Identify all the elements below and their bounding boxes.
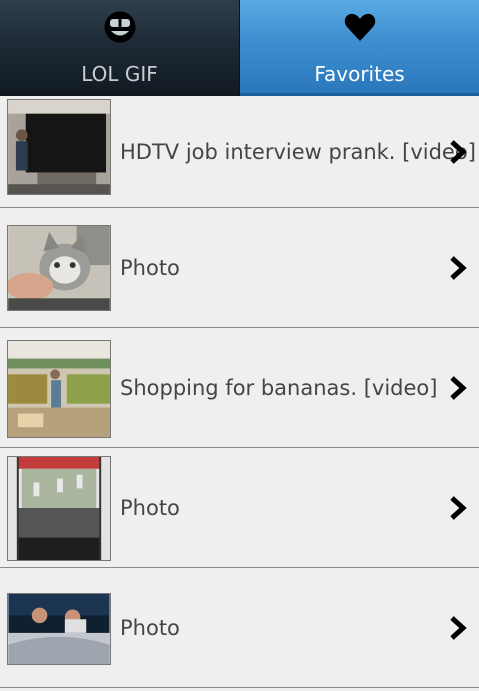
list-item[interactable]: Photo: [0, 568, 479, 688]
couple-in-bed-thumbnail: [7, 593, 111, 665]
list-item[interactable]: Photo: [0, 208, 479, 328]
item-title: HDTV job interview prank. [video]: [120, 139, 476, 164]
chevron-right-icon: [450, 375, 467, 400]
race-track-thumbnail: [7, 456, 111, 561]
list-item[interactable]: Shopping for bananas. [video]: [0, 328, 479, 448]
heart-icon: [344, 13, 375, 42]
tab-label: Favorites: [314, 62, 405, 86]
chevron-right-icon: [450, 139, 467, 164]
item-title: Photo: [120, 495, 180, 520]
tab-favorites[interactable]: Favorites: [240, 0, 479, 96]
chevron-right-icon: [450, 255, 467, 280]
office-tv-thumbnail: [7, 99, 111, 195]
tab-bar: LOL GIF Favorites: [0, 0, 479, 96]
tab-label: LOL GIF: [81, 62, 158, 86]
kitten-thumbnail: [7, 225, 111, 311]
item-title: Photo: [120, 615, 180, 640]
list-item[interactable]: HDTV job interview prank. [video]: [0, 96, 479, 208]
item-title: Photo: [120, 255, 180, 280]
grocery-store-thumbnail: [7, 340, 111, 438]
list-item[interactable]: Photo: [0, 448, 479, 568]
favorites-list: HDTV job interview prank. [video] Photo: [0, 96, 479, 688]
tab-lol-gif[interactable]: LOL GIF: [0, 0, 240, 96]
chevron-right-icon: [450, 495, 467, 520]
chevron-right-icon: [450, 615, 467, 640]
item-title: Shopping for bananas. [video]: [120, 375, 438, 400]
smiley-icon: [104, 11, 135, 43]
